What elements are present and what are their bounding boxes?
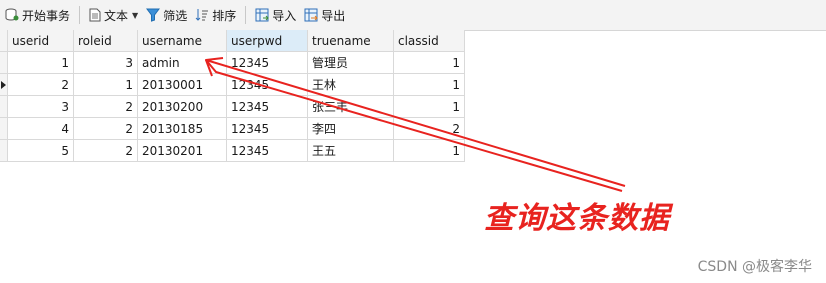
cell-userid[interactable]: 2 [8,74,74,96]
text-view-label: 文本 [104,8,129,23]
column-header-truename[interactable]: truename [308,30,394,52]
cell-classid[interactable]: 1 [394,140,465,162]
cell-userid[interactable]: 3 [8,96,74,118]
export-icon [304,8,318,22]
sort-icon [195,9,209,21]
cell-truename[interactable]: 张三丰 [308,96,394,118]
cell-userid[interactable]: 4 [8,118,74,140]
document-icon [89,8,101,22]
text-view-button[interactable]: 文本 ▼ [86,4,141,26]
cell-userpwd[interactable]: 12345 [227,96,308,118]
import-button[interactable]: 导入 [252,4,299,26]
cell-userpwd[interactable]: 12345 [227,118,308,140]
sort-button[interactable]: 排序 [192,4,239,26]
row-selector[interactable] [0,96,8,118]
cell-truename[interactable]: 王林 [308,74,394,96]
toolbar-divider [245,6,247,24]
toolbar-divider [79,6,81,24]
table-row[interactable]: 5 2 20130201 12345 王五 1 [0,140,465,162]
column-header-userid[interactable]: userid [8,30,74,52]
cell-classid[interactable]: 1 [394,52,465,74]
begin-transaction-label: 开始事务 [22,8,71,23]
cell-roleid[interactable]: 2 [74,96,138,118]
row-selector[interactable] [0,140,8,162]
cell-roleid[interactable]: 2 [74,140,138,162]
current-row-indicator-icon [1,81,6,89]
column-header-roleid[interactable]: roleid [74,30,138,52]
column-header-classid[interactable]: classid [394,30,465,52]
row-selector[interactable] [0,118,8,140]
annotation-text: 查询这条数据 [484,201,670,236]
cell-roleid[interactable]: 3 [74,52,138,74]
cell-roleid[interactable]: 2 [74,118,138,140]
row-selector[interactable] [0,74,8,96]
cell-userpwd[interactable]: 12345 [227,52,308,74]
cell-userpwd[interactable]: 12345 [227,140,308,162]
table-header-row: userid roleid username userpwd truename … [0,30,465,52]
column-header-username[interactable]: username [138,30,227,52]
filter-button[interactable]: 筛选 [143,4,190,26]
cell-userid[interactable]: 5 [8,140,74,162]
cell-username[interactable]: 20130185 [138,118,227,140]
row-selector-header [0,30,8,52]
cell-truename[interactable]: 李四 [308,118,394,140]
cell-username[interactable]: 20130001 [138,74,227,96]
database-transaction-icon [5,8,19,21]
cell-truename[interactable]: 王五 [308,140,394,162]
cell-username[interactable]: 20130200 [138,96,227,118]
chevron-down-icon[interactable]: ▼ [132,11,138,20]
cell-classid[interactable]: 1 [394,74,465,96]
import-label: 导入 [272,8,297,23]
filter-label: 筛选 [163,8,188,23]
export-button[interactable]: 导出 [301,4,348,26]
table-row[interactable]: 2 1 20130001 12345 王林 1 [0,74,465,96]
import-icon [255,8,269,22]
table-row[interactable]: 1 3 admin 12345 管理员 1 [0,52,465,74]
row-selector[interactable] [0,52,8,74]
cell-classid[interactable]: 1 [394,96,465,118]
table-row[interactable]: 3 2 20130200 12345 张三丰 1 [0,96,465,118]
cell-username[interactable]: 20130201 [138,140,227,162]
cell-username[interactable]: admin [138,52,227,74]
sort-label: 排序 [212,8,237,23]
cell-roleid[interactable]: 1 [74,74,138,96]
watermark: CSDN @极客李华 [697,259,812,275]
begin-transaction-button[interactable]: 开始事务 [2,4,73,26]
table-row[interactable]: 4 2 20130185 12345 李四 2 [0,118,465,140]
cell-userpwd[interactable]: 12345 [227,74,308,96]
filter-icon [146,8,161,22]
cell-truename[interactable]: 管理员 [308,52,394,74]
cell-classid[interactable]: 2 [394,118,465,140]
cell-userid[interactable]: 1 [8,52,74,74]
grid-toolbar: 开始事务 文本 ▼ 筛选 排序 导入 导出 [0,0,826,31]
export-label: 导出 [321,8,346,23]
column-header-userpwd[interactable]: userpwd [227,30,308,52]
